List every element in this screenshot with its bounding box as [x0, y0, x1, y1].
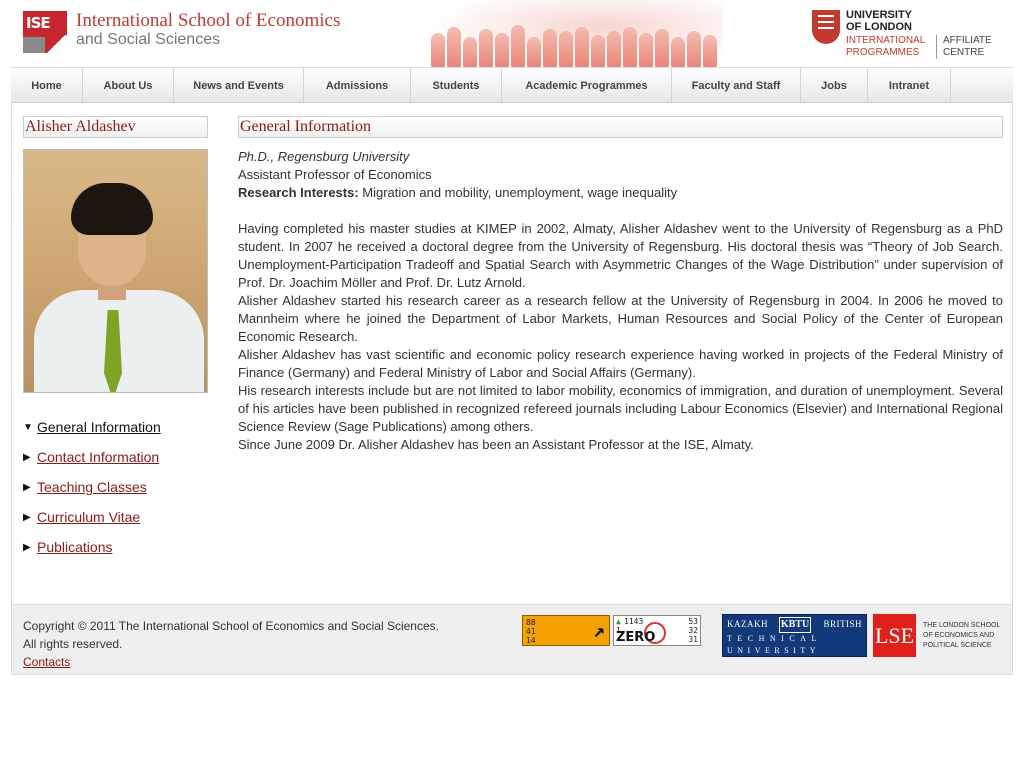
content-area: Alisher Aldashev ▼ General Information ▶… — [11, 103, 1013, 604]
profile-nav-label[interactable]: Publications — [37, 539, 113, 556]
arrow-up-right-icon: ↗ — [592, 618, 605, 642]
site-header: ISE International School of Economics an… — [11, 0, 1013, 67]
header-crowd-image — [423, 0, 723, 67]
kbtu-mid: TECHNICAL — [727, 634, 822, 643]
counter2-top: 1143 — [624, 617, 644, 626]
bio-paragraph: Since June 2009 Dr. Alisher Aldashev has… — [238, 437, 754, 452]
triangle-up-icon: ▲ — [616, 617, 621, 626]
nav-admissions[interactable]: Admissions — [304, 68, 411, 102]
bio-paragraph: Alisher Aldashev has vast scientific and… — [238, 347, 1003, 380]
kbtu-bottom: UNIVERSITY — [727, 646, 820, 655]
section-title: General Information — [238, 116, 1003, 138]
nav-news-and-events[interactable]: News and Events — [174, 68, 304, 102]
counter2-r2: 32 — [688, 626, 698, 635]
school-name-line1: International School of Economics — [76, 10, 341, 31]
person-name: Alisher Aldashev — [23, 116, 208, 138]
triangle-right-icon: ▶ — [23, 482, 31, 493]
main-nav: Home About Us News and Events Admissions… — [11, 67, 1013, 103]
profile-nav-label[interactable]: Contact Information — [37, 449, 159, 466]
rights-text: All rights reserved. — [23, 637, 123, 651]
bio-paragraph: His research interests include but are n… — [238, 383, 1003, 434]
profile-nav-label[interactable]: General Information — [37, 419, 161, 436]
site-footer: Copyright © 2011 The International Schoo… — [11, 604, 1013, 675]
profile-nav-label[interactable]: Teaching Classes — [37, 479, 147, 496]
profile-nav-publications[interactable]: ▶ Publications — [23, 539, 213, 569]
lse-name[interactable]: THE LONDON SCHOOL OF ECONOMICS AND POLIT… — [923, 621, 1003, 651]
university-of-london-logo[interactable]: UNIVERSITY OF LONDON INTERNATIONAL PROGR… — [812, 9, 1012, 61]
uol-line3: AFFILIATE CENTRE — [936, 35, 996, 59]
nav-home[interactable]: Home — [11, 68, 83, 102]
position: Assistant Professor of Economics — [238, 167, 432, 182]
counter2-r1: 53 — [688, 617, 698, 626]
triangle-right-icon: ▶ — [23, 512, 31, 523]
ise-logo[interactable]: ISE — [23, 11, 67, 53]
triangle-down-icon: ▼ — [23, 422, 33, 433]
uol-shield-icon — [812, 10, 840, 44]
ise-logo-text: ISE — [26, 14, 51, 32]
degree: Ph.D., Regensburg University — [238, 149, 410, 164]
triangle-right-icon: ▶ — [23, 452, 31, 463]
copyright-text: Copyright © 2011 The International Schoo… — [23, 619, 439, 633]
kbtu-logo[interactable]: KAZAKH KBTU BRITISH TECHNICAL UNIVERSITY — [722, 614, 867, 657]
school-name-line2: and Social Sciences — [76, 31, 221, 48]
uol-line2: INTERNATIONAL PROGRAMMES — [846, 35, 925, 58]
kbtu-box: KBTU — [779, 617, 811, 633]
nav-academic-programmes[interactable]: Academic Programmes — [502, 68, 672, 102]
counter2-r3: 31 — [688, 635, 698, 644]
nav-jobs[interactable]: Jobs — [801, 68, 868, 102]
visitor-counter-badge[interactable]: 88 41 14 ↗ — [522, 615, 610, 646]
triangle-right-icon: ▶ — [23, 542, 31, 553]
profile-nav-contact-information[interactable]: ▶ Contact Information — [23, 449, 213, 479]
profile-nav-teaching-classes[interactable]: ▶ Teaching Classes — [23, 479, 213, 509]
contacts-link[interactable]: Contacts — [23, 653, 439, 671]
kbtu-left: KAZAKH — [727, 619, 768, 629]
zero-counter-badge[interactable]: ▲ 1143 1 ZERO 53 32 31 — [613, 615, 701, 646]
copyright-block: Copyright © 2011 The International Schoo… — [23, 617, 439, 671]
profile-photo — [23, 149, 208, 393]
research-interests: Research Interests: Migration and mobili… — [238, 184, 1003, 202]
research-interests-value: Migration and mobility, unemployment, wa… — [358, 185, 678, 200]
profile-nav-general-information[interactable]: ▼ General Information — [23, 419, 213, 449]
nav-students[interactable]: Students — [411, 68, 502, 102]
uol-line1: UNIVERSITY OF LONDON — [846, 9, 912, 33]
nav-about-us[interactable]: About Us — [83, 68, 174, 102]
logo-stripe — [45, 35, 67, 53]
counter2-zero: ZERO — [616, 630, 656, 645]
bio-paragraph: Alisher Aldashev started his research ca… — [238, 293, 1003, 344]
nav-intranet[interactable]: Intranet — [868, 68, 951, 102]
kbtu-right: BRITISH — [823, 619, 862, 629]
profile-nav-label[interactable]: Curriculum Vitae — [37, 509, 140, 526]
profile-nav-curriculum-vitae[interactable]: ▶ Curriculum Vitae — [23, 509, 213, 539]
nav-faculty-and-staff[interactable]: Faculty and Staff — [672, 68, 801, 102]
lse-logo[interactable]: LSE — [873, 614, 916, 657]
profile-details: Ph.D., Regensburg University Assistant P… — [238, 148, 1003, 454]
bio-paragraph: Having completed his master studies at K… — [238, 221, 1003, 290]
research-interests-label: Research Interests: — [238, 185, 359, 200]
profile-nav: ▼ General Information ▶ Contact Informat… — [23, 419, 213, 569]
